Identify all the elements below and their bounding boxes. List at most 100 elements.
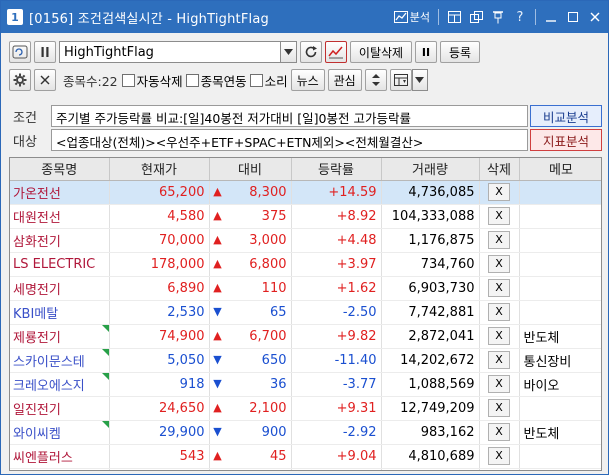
- table-row[interactable]: 스카이문스테 5,050 ▼ 650 -11.40 14,202,672 X 통신장비: [10, 348, 601, 373]
- stock-name[interactable]: 세명전기: [10, 276, 110, 301]
- auto-delete-checkbox[interactable]: 자동삭제: [121, 71, 183, 90]
- condition-name-field[interactable]: HighTightFlag: [59, 41, 281, 63]
- table-row[interactable]: 세명전기 6,890 ▲ 110 +1.62 6,903,730 X: [10, 276, 601, 301]
- help-icon[interactable]: ?: [513, 10, 527, 25]
- stock-name[interactable]: KBI메탈: [10, 300, 110, 325]
- memo-cell[interactable]: [519, 276, 601, 301]
- minimize-icon[interactable]: [544, 10, 558, 24]
- analysis-button[interactable]: 분석: [393, 9, 430, 25]
- clear-button[interactable]: [34, 69, 56, 91]
- sound-checkbox-box[interactable]: [249, 73, 263, 87]
- title-bar[interactable]: 1 [0156] 조건검색실시간 - HighTightFlag 분석 ?: [1, 1, 608, 33]
- current-price: 65,200: [109, 180, 210, 205]
- memo-cell[interactable]: 바이오: [519, 372, 601, 397]
- column-header-change[interactable]: 대비: [209, 158, 292, 181]
- delete-row-button[interactable]: X: [488, 183, 510, 201]
- table-row[interactable]: 제룡전기 74,900 ▲ 6,700 +9.82 2,872,041 X 반도체: [10, 324, 601, 349]
- delete-row-button[interactable]: X: [488, 255, 510, 273]
- results-grid[interactable]: 종목명 현재가 대비 등락률 거래량 삭제 메모 가온전선 65,200 ▲ 8,30…: [9, 157, 602, 471]
- memo-cell[interactable]: [519, 468, 601, 470]
- delete-row-button[interactable]: X: [488, 303, 510, 321]
- column-header-price[interactable]: 현재가: [109, 158, 210, 181]
- stock-name[interactable]: 크레오에스지: [10, 372, 110, 397]
- memo-cell[interactable]: [519, 444, 601, 469]
- column-header-rate[interactable]: 등락률: [291, 158, 382, 181]
- memo-cell[interactable]: [519, 204, 601, 229]
- table-row[interactable]: 대원전선 4,580 ▲ 375 +8.92 104,333,088 X: [10, 204, 601, 229]
- delete-row-button[interactable]: X: [488, 351, 510, 369]
- refresh-button[interactable]: [300, 41, 322, 63]
- stock-name[interactable]: 스카이문스테: [10, 348, 110, 373]
- sound-checkbox[interactable]: 소리: [249, 71, 288, 90]
- layout-icon[interactable]: [447, 10, 461, 24]
- stock-name[interactable]: 제룡산업: [10, 468, 110, 470]
- settings-button[interactable]: [9, 69, 31, 91]
- realtime-pause-button[interactable]: II: [415, 41, 437, 63]
- close-icon[interactable]: [588, 10, 602, 24]
- memo-cell[interactable]: [519, 300, 601, 325]
- table-row[interactable]: 삼화전기 70,000 ▲ 3,000 +4.48 1,176,875 X: [10, 228, 601, 253]
- deviation-delete-button[interactable]: 이탈삭제: [350, 41, 412, 63]
- copy-window-icon[interactable]: [469, 10, 483, 24]
- memo-cell[interactable]: [519, 228, 601, 253]
- change-value: 650: [261, 352, 287, 368]
- table-row[interactable]: 와이씨켐 29,900 ▼ 900 -2.92 983,162 X 반도체: [10, 420, 601, 445]
- stock-link-checkbox[interactable]: 종목연동: [185, 71, 247, 90]
- news-button[interactable]: 뉴스: [290, 69, 325, 91]
- table-row[interactable]: 크레오에스지 918 ▼ 36 -3.77 1,088,569 X 바이오: [10, 372, 601, 397]
- chart-button[interactable]: [325, 41, 347, 63]
- delete-row-button[interactable]: X: [488, 447, 510, 465]
- memo-cell[interactable]: [519, 396, 601, 421]
- delete-row-button[interactable]: X: [488, 423, 510, 441]
- delete-row-button[interactable]: X: [488, 327, 510, 345]
- auto-delete-checkbox-box[interactable]: [121, 73, 135, 87]
- table-row[interactable]: 씨엔플러스 543 ▲ 45 +9.04 4,810,689 X: [10, 444, 601, 469]
- column-header-delete[interactable]: 삭제: [479, 158, 520, 181]
- stock-name[interactable]: 일진전기: [10, 396, 110, 421]
- delete-row-button[interactable]: X: [488, 399, 510, 417]
- delete-row-button[interactable]: X: [488, 279, 510, 297]
- column-settings-button[interactable]: [389, 69, 412, 91]
- column-header-name[interactable]: 종목명: [10, 158, 110, 181]
- pause-button[interactable]: [34, 41, 56, 63]
- memo-cell[interactable]: [519, 180, 601, 205]
- condition-dropdown-button[interactable]: [281, 41, 297, 63]
- change-rate: +3.30: [291, 468, 382, 470]
- sort-button[interactable]: [364, 69, 387, 91]
- table-row[interactable]: 가온전선 65,200 ▲ 8,300 +14.59 4,736,085 X: [10, 180, 601, 205]
- change-rate: -3.77: [291, 372, 382, 397]
- stock-name[interactable]: 와이씨켐: [10, 420, 110, 445]
- memo-cell[interactable]: 통신장비: [519, 348, 601, 373]
- memo-cell[interactable]: 반도체: [519, 324, 601, 349]
- column-header-volume[interactable]: 거래량: [381, 158, 480, 181]
- stock-name[interactable]: 가온전선: [10, 180, 110, 205]
- delete-row-button[interactable]: X: [488, 207, 510, 225]
- indicator-analysis-button[interactable]: 지표분석: [530, 129, 602, 151]
- memo-cell[interactable]: 반도체: [519, 420, 601, 445]
- delete-row-button[interactable]: X: [488, 375, 510, 393]
- stock-name[interactable]: 제룡전기: [10, 324, 110, 349]
- compare-analysis-button[interactable]: 비교분석: [530, 105, 602, 127]
- table-row[interactable]: 제룡산업8,150▲260+3.30824,179X: [10, 468, 601, 470]
- stock-name[interactable]: 대원전선: [10, 204, 110, 229]
- stock-name[interactable]: 삼화전기: [10, 228, 110, 253]
- stock-link-checkbox-box[interactable]: [185, 73, 199, 87]
- pin-icon[interactable]: [491, 10, 505, 24]
- watchlist-button[interactable]: 관심: [327, 69, 362, 91]
- column-settings-dropdown[interactable]: [411, 69, 428, 91]
- table-row[interactable]: KBI메탈 2,530 ▼ 65 -2.50 7,742,881 X: [10, 300, 601, 325]
- delete-cell: X: [479, 228, 520, 253]
- stock-name[interactable]: 씨엔플러스: [10, 444, 110, 469]
- table-row[interactable]: 일진전기 24,650 ▲ 2,100 +9.31 12,749,209 X: [10, 396, 601, 421]
- register-button[interactable]: 등록: [440, 41, 480, 63]
- memo-cell[interactable]: [519, 252, 601, 277]
- condition-manage-button[interactable]: [9, 41, 31, 63]
- column-header-memo[interactable]: 메모: [519, 158, 601, 181]
- delete-row-button[interactable]: X: [488, 231, 510, 249]
- stock-name[interactable]: LS ELECTRIC: [10, 252, 110, 277]
- maximize-icon[interactable]: [566, 10, 580, 24]
- table-row[interactable]: LS ELECTRIC 178,000 ▲ 6,800 +3.97 734,760 X: [10, 252, 601, 277]
- change-rate: -11.40: [291, 348, 382, 373]
- change-rate: +9.31: [291, 396, 382, 421]
- change-value: 65: [269, 304, 287, 320]
